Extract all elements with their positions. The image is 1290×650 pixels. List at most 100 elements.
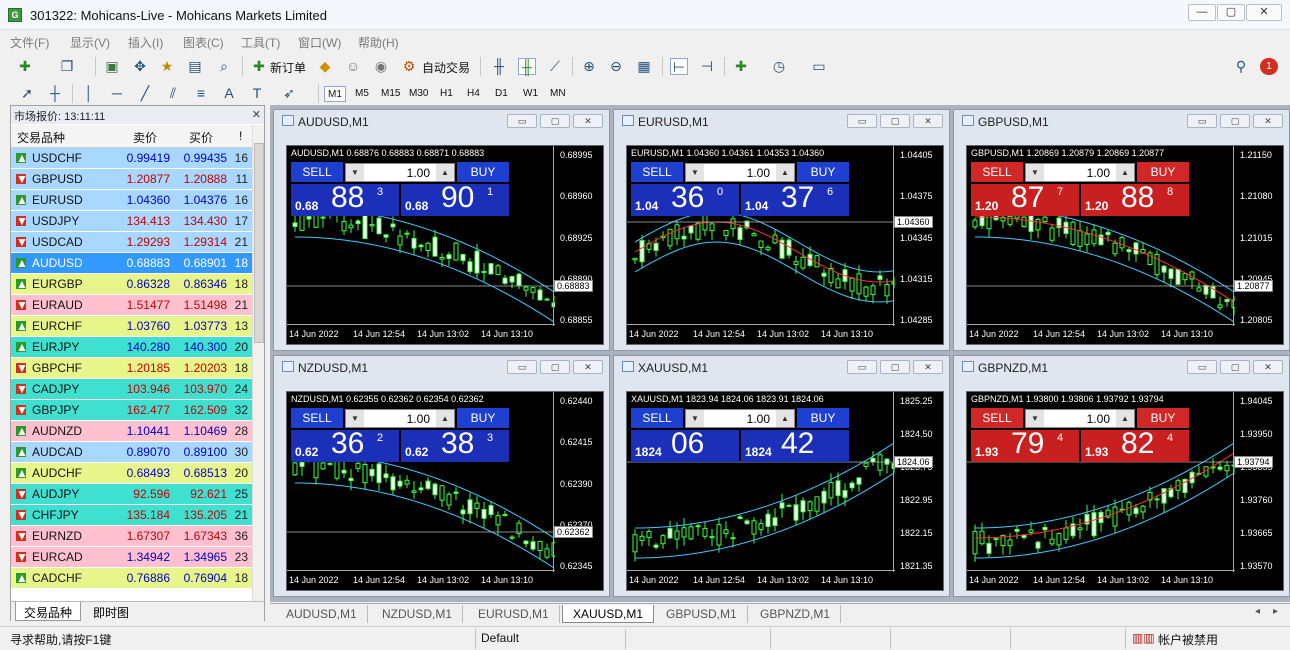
- sell-button[interactable]: SELL: [631, 408, 683, 428]
- chart-shift-icon[interactable]: ⊣: [698, 58, 716, 75]
- timeframe-h1[interactable]: H1: [437, 86, 456, 102]
- chart-tab[interactable]: GBPUSD,M1: [656, 605, 748, 623]
- crosshair-icon[interactable]: ┼: [46, 85, 64, 102]
- header-symbol[interactable]: 交易品种: [17, 129, 65, 146]
- scrollbar-thumb[interactable]: [254, 143, 264, 343]
- market-watch-row[interactable]: ▲ AUDCHF 0.68493 0.68513 20: [11, 463, 252, 484]
- fibonacci-icon[interactable]: ≡: [192, 85, 210, 102]
- vertical-line-icon[interactable]: │: [80, 85, 98, 102]
- minimize-button[interactable]: ▭: [847, 360, 877, 374]
- close-button[interactable]: ✕: [1253, 114, 1283, 128]
- buy-price-box[interactable]: 1824 42: [741, 428, 849, 462]
- terminal-icon[interactable]: ▤: [186, 58, 204, 75]
- market-watch-row[interactable]: ▲ USDCHF 0.99419 0.99435 16: [11, 148, 252, 169]
- market-watch-row[interactable]: ▼ GBPCHF 1.20185 1.20203 18: [11, 358, 252, 379]
- market-watch-row[interactable]: ▼ EURCAD 1.34942 1.34965 23: [11, 547, 252, 568]
- header-bid[interactable]: 卖价: [133, 129, 157, 146]
- chart-plot[interactable]: XAUUSD,M1 1823.94 1824.06 1823.91 1824.0…: [626, 391, 944, 591]
- chart-window[interactable]: AUDUSD,M1 ▭ ▢ ✕ AUDUSD,M1 0.68876 0.68883 0.…: [273, 109, 610, 351]
- navigator-icon[interactable]: ★: [158, 58, 176, 75]
- header-spread[interactable]: !: [239, 129, 242, 143]
- text-icon[interactable]: A: [220, 85, 238, 102]
- chevron-up-icon[interactable]: ▲: [1116, 164, 1134, 181]
- market-watch-row[interactable]: ▼ CADJPY 103.946 103.970 24: [11, 379, 252, 400]
- market-watch-row[interactable]: ▲ EURUSD 1.04360 1.04376 16: [11, 190, 252, 211]
- auto-scroll-icon[interactable]: ⊢: [670, 58, 688, 75]
- buy-button[interactable]: BUY: [457, 162, 509, 182]
- bar-chart-icon[interactable]: ╫: [490, 58, 508, 75]
- zoom-out-icon[interactable]: ⊖: [607, 58, 625, 75]
- maximize-button[interactable]: ▢: [880, 114, 910, 128]
- minimize-button[interactable]: ▭: [507, 114, 537, 128]
- sell-button[interactable]: SELL: [971, 408, 1023, 428]
- cursor-icon[interactable]: ➚: [18, 85, 36, 102]
- sell-button[interactable]: SELL: [971, 162, 1023, 182]
- chevron-down-icon[interactable]: ▼: [1026, 410, 1044, 427]
- sell-price-box[interactable]: 1.04 36 0: [631, 182, 739, 216]
- menu-insert[interactable]: 插入(I): [128, 34, 163, 51]
- chevron-up-icon[interactable]: ▲: [436, 164, 454, 181]
- candlestick-icon[interactable]: ╫: [518, 58, 536, 75]
- maximize-button[interactable]: ▢: [540, 360, 570, 374]
- timeframe-mn[interactable]: MN: [547, 86, 569, 102]
- timeframe-h4[interactable]: H4: [464, 86, 483, 102]
- auto-trading-button[interactable]: 自动交易: [422, 59, 470, 76]
- lot-size-input[interactable]: ▼ 1.00 ▲: [345, 409, 455, 428]
- chevron-down-icon[interactable]: ▼: [686, 410, 704, 427]
- chevron-up-icon[interactable]: ▲: [776, 410, 794, 427]
- menu-file[interactable]: 文件(F): [10, 34, 49, 51]
- market-watch-row[interactable]: ▼ EURAUD 1.51477 1.51498 21: [11, 295, 252, 316]
- minimize-button[interactable]: ▭: [847, 114, 877, 128]
- lot-size-input[interactable]: ▼ 1.00 ▲: [345, 163, 455, 182]
- market-watch-row[interactable]: ▲ EURJPY 140.280 140.300 20: [11, 337, 252, 358]
- sell-button[interactable]: SELL: [291, 162, 343, 182]
- chevron-down-icon[interactable]: ▼: [346, 164, 364, 181]
- close-button[interactable]: ✕: [913, 114, 943, 128]
- menu-charts[interactable]: 图表(C): [183, 34, 224, 51]
- equidistant-channel-icon[interactable]: ⫽: [164, 85, 182, 102]
- maximize-button[interactable]: ▢: [540, 114, 570, 128]
- search-icon[interactable]: ⚲: [1232, 58, 1250, 75]
- lot-size-input[interactable]: ▼ 1.00 ▲: [685, 163, 795, 182]
- chart-plot[interactable]: AUDUSD,M1 0.68876 0.68883 0.68871 0.6888…: [286, 145, 604, 345]
- chart-window[interactable]: GBPNZD,M1 ▭ ▢ ✕ GBPNZD,M1 1.93800 1.93806 1.…: [953, 355, 1290, 597]
- market-watch-row[interactable]: ▼ GBPUSD 1.20877 1.20888 11: [11, 169, 252, 190]
- scrollbar[interactable]: [252, 125, 264, 601]
- menu-tools[interactable]: 工具(T): [241, 34, 280, 51]
- chart-plot[interactable]: GBPNZD,M1 1.93800 1.93806 1.93792 1.9379…: [966, 391, 1284, 591]
- chart-tab[interactable]: GBPNZD,M1: [750, 605, 842, 623]
- menu-window[interactable]: 窗口(W): [298, 34, 341, 51]
- market-watch-row[interactable]: ▼ AUDJPY 92.596 92.621 25: [11, 484, 252, 505]
- buy-price-box[interactable]: 0.68 90 1: [401, 182, 509, 216]
- buy-price-box[interactable]: 1.04 37 6: [741, 182, 849, 216]
- minimize-button[interactable]: —: [1188, 4, 1216, 21]
- maximize-button[interactable]: ▢: [880, 360, 910, 374]
- sell-price-box[interactable]: 0.62 36 2: [291, 428, 399, 462]
- chart-tab[interactable]: AUDUSD,M1: [276, 605, 368, 623]
- lot-size-input[interactable]: ▼ 1.00 ▲: [1025, 409, 1135, 428]
- signals-icon[interactable]: ◉: [372, 58, 390, 75]
- chart-window[interactable]: EURUSD,M1 ▭ ▢ ✕ EURUSD,M1 1.04360 1.04361 1.…: [613, 109, 950, 351]
- sell-button[interactable]: SELL: [291, 408, 343, 428]
- templates-icon[interactable]: ▭: [810, 58, 828, 75]
- chart-tab[interactable]: NZDUSD,M1: [372, 605, 464, 623]
- market-watch-row[interactable]: ▲ EURGBP 0.86328 0.86346 18: [11, 274, 252, 295]
- timeframe-w1[interactable]: W1: [520, 86, 541, 102]
- chart-window[interactable]: XAUUSD,M1 ▭ ▢ ✕ XAUUSD,M1 1823.94 1824.06 18…: [613, 355, 950, 597]
- chevron-up-icon[interactable]: ▲: [1116, 410, 1134, 427]
- minimize-button[interactable]: ▭: [1187, 360, 1217, 374]
- lot-size-input[interactable]: ▼ 1.00 ▲: [685, 409, 795, 428]
- sell-price-box[interactable]: 0.68 88 3: [291, 182, 399, 216]
- buy-button[interactable]: BUY: [797, 408, 849, 428]
- lot-size-input[interactable]: ▼ 1.00 ▲: [1025, 163, 1135, 182]
- tab-tick-chart[interactable]: 即时图: [85, 602, 137, 621]
- data-window-icon[interactable]: ✥: [131, 58, 149, 75]
- scroll-left-icon[interactable]: ◂: [1255, 606, 1260, 617]
- notification-badge[interactable]: 1: [1260, 58, 1278, 75]
- strategy-tester-icon[interactable]: ⌕: [215, 58, 233, 75]
- market-watch-row[interactable]: ▼ CHFJPY 135.184 135.205 21: [11, 505, 252, 526]
- close-button[interactable]: ✕: [573, 360, 603, 374]
- chart-tab-active[interactable]: XAUUSD,M1: [562, 605, 655, 623]
- chart-plot[interactable]: GBPUSD,M1 1.20869 1.20879 1.20869 1.2087…: [966, 145, 1284, 345]
- indicators-icon[interactable]: ✚: [732, 58, 750, 75]
